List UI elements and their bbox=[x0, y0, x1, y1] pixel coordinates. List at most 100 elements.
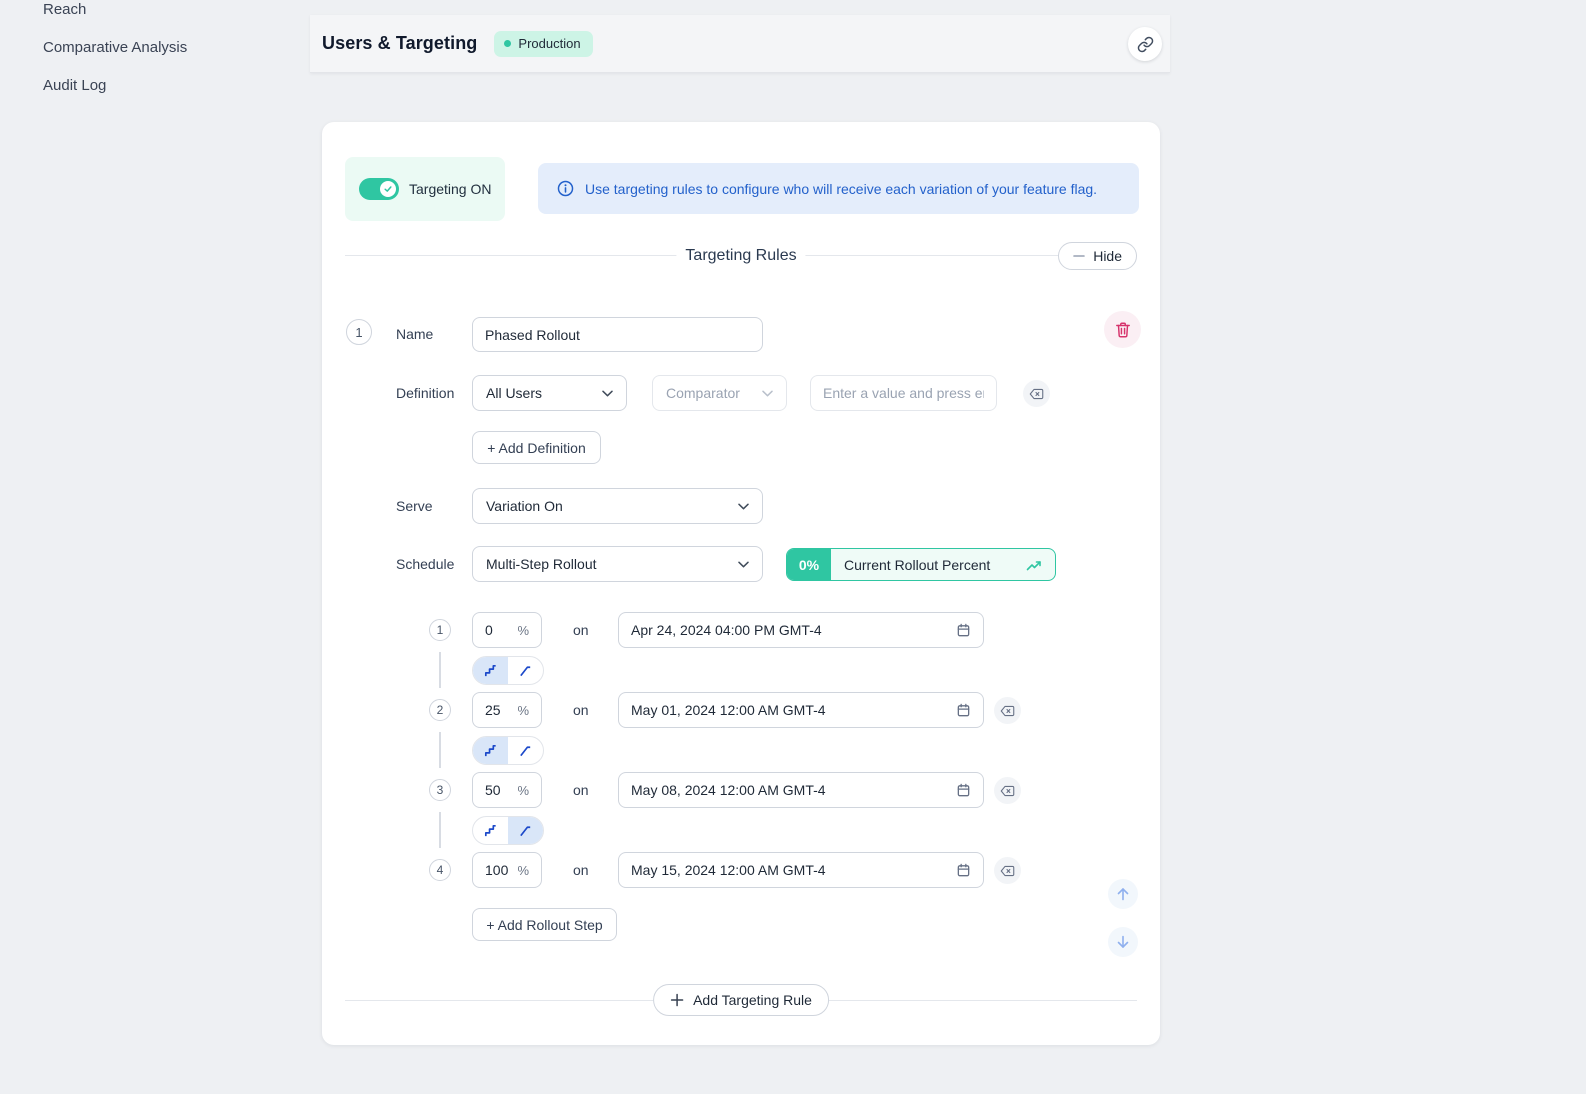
current-rollout-percent: 0% bbox=[787, 549, 831, 580]
audience-select[interactable]: All Users bbox=[472, 375, 627, 411]
step-icon bbox=[483, 743, 498, 758]
step-mode-option[interactable] bbox=[473, 657, 508, 684]
add-targeting-rule-label: Add Targeting Rule bbox=[693, 992, 812, 1008]
step-date-value: May 08, 2024 12:00 AM GMT-4 bbox=[631, 782, 826, 798]
ramp-icon bbox=[518, 663, 533, 678]
hide-button-label: Hide bbox=[1093, 248, 1122, 264]
targeting-toggle[interactable] bbox=[359, 178, 399, 200]
sidebar-item-comparative-analysis[interactable]: Comparative Analysis bbox=[0, 28, 310, 66]
connector-line bbox=[439, 812, 441, 848]
check-icon bbox=[383, 184, 393, 194]
step-date-value: May 15, 2024 12:00 AM GMT-4 bbox=[631, 862, 826, 878]
targeting-toggle-label: Targeting ON bbox=[409, 181, 491, 197]
info-icon bbox=[557, 180, 574, 197]
add-rollout-step-button[interactable]: + Add Rollout Step bbox=[472, 908, 617, 941]
backspace-icon bbox=[1000, 865, 1015, 877]
minus-icon bbox=[1073, 250, 1085, 262]
definition-label: Definition bbox=[396, 375, 454, 411]
remove-step-button[interactable] bbox=[994, 697, 1021, 724]
ramp-icon bbox=[518, 743, 533, 758]
audience-select-value: All Users bbox=[486, 385, 542, 401]
plus-icon bbox=[670, 993, 684, 1007]
copy-link-button[interactable] bbox=[1128, 27, 1162, 61]
page-header: Users & Targeting Production bbox=[310, 15, 1170, 73]
backspace-icon bbox=[1000, 785, 1015, 797]
move-rule-down-button[interactable] bbox=[1108, 927, 1138, 957]
definition-value-input[interactable] bbox=[810, 375, 997, 411]
step-percent-input[interactable] bbox=[485, 622, 515, 638]
chevron-down-icon bbox=[602, 390, 613, 397]
add-targeting-rule-button[interactable]: Add Targeting Rule bbox=[653, 984, 829, 1016]
backspace-icon bbox=[1000, 705, 1015, 717]
add-rule-row: Add Targeting Rule bbox=[345, 984, 1137, 1016]
calendar-icon bbox=[956, 783, 971, 798]
sidebar-item-audit-log[interactable]: Audit Log bbox=[0, 66, 310, 104]
step-number-badge: 3 bbox=[429, 779, 451, 801]
step-date-picker[interactable]: May 01, 2024 12:00 AM GMT-4 bbox=[618, 692, 984, 728]
rule-name-input[interactable] bbox=[472, 317, 763, 352]
percent-sign: % bbox=[517, 863, 529, 878]
step-date-value: Apr 24, 2024 04:00 PM GMT-4 bbox=[631, 622, 822, 638]
transition-mode-toggle[interactable] bbox=[472, 816, 544, 845]
targeting-status-panel: Targeting ON bbox=[345, 157, 505, 221]
connector-line bbox=[439, 652, 441, 688]
trash-icon bbox=[1114, 321, 1132, 339]
hide-rules-button[interactable]: Hide bbox=[1058, 242, 1137, 270]
comparator-select-placeholder: Comparator bbox=[666, 385, 740, 401]
toggle-knob bbox=[380, 181, 396, 197]
on-label: on bbox=[573, 692, 589, 728]
environment-dot-icon bbox=[504, 40, 511, 47]
sidebar-item-reach[interactable]: Reach bbox=[0, 0, 310, 28]
transition-mode-toggle[interactable] bbox=[472, 656, 544, 685]
remove-step-button[interactable] bbox=[994, 777, 1021, 804]
step-percent-field: % bbox=[472, 772, 542, 808]
step-date-picker[interactable]: May 08, 2024 12:00 AM GMT-4 bbox=[618, 772, 984, 808]
add-definition-button[interactable]: + Add Definition bbox=[472, 431, 601, 464]
percent-sign: % bbox=[517, 783, 529, 798]
step-mode-option[interactable] bbox=[473, 737, 508, 764]
gradual-mode-option[interactable] bbox=[508, 657, 543, 684]
rollout-step-row: 1 % on Apr 24, 2024 04:00 PM GMT-4 bbox=[322, 612, 1160, 648]
step-date-picker[interactable]: May 15, 2024 12:00 AM GMT-4 bbox=[618, 852, 984, 888]
link-icon bbox=[1137, 36, 1154, 53]
step-mode-option[interactable] bbox=[473, 817, 508, 844]
sidebar: Reach Comparative Analysis Audit Log bbox=[0, 0, 310, 104]
name-label: Name bbox=[396, 317, 433, 352]
move-rule-up-button[interactable] bbox=[1108, 879, 1138, 909]
info-banner-text: Use targeting rules to configure who wil… bbox=[585, 181, 1097, 197]
step-percent-input[interactable] bbox=[485, 782, 515, 798]
clear-definition-button[interactable] bbox=[1023, 380, 1050, 407]
info-banner: Use targeting rules to configure who wil… bbox=[538, 163, 1139, 214]
sidebar-item-label: Comparative Analysis bbox=[43, 39, 187, 56]
schedule-select[interactable]: Multi-Step Rollout bbox=[472, 546, 763, 582]
transition-mode-toggle[interactable] bbox=[472, 736, 544, 765]
add-definition-label: + Add Definition bbox=[487, 440, 585, 456]
arrow-up-icon bbox=[1115, 886, 1131, 902]
ramp-icon bbox=[518, 823, 533, 838]
step-percent-input[interactable] bbox=[485, 862, 515, 878]
percent-sign: % bbox=[517, 623, 529, 638]
gradual-mode-option[interactable] bbox=[508, 817, 543, 844]
step-icon bbox=[483, 823, 498, 838]
serve-select[interactable]: Variation On bbox=[472, 488, 763, 524]
step-percent-field: % bbox=[472, 612, 542, 648]
remove-step-button[interactable] bbox=[994, 857, 1021, 884]
step-icon bbox=[483, 663, 498, 678]
schedule-select-value: Multi-Step Rollout bbox=[486, 556, 597, 572]
step-date-picker[interactable]: Apr 24, 2024 04:00 PM GMT-4 bbox=[618, 612, 984, 648]
calendar-icon bbox=[956, 863, 971, 878]
delete-rule-button[interactable] bbox=[1104, 311, 1141, 348]
page-title: Users & Targeting bbox=[322, 33, 477, 54]
trending-up-icon bbox=[1026, 558, 1042, 572]
on-label: on bbox=[573, 852, 589, 888]
rollout-step-row: 2 % on May 01, 2024 12:00 AM GMT-4 bbox=[322, 692, 1160, 728]
comparator-select[interactable]: Comparator bbox=[652, 375, 787, 411]
backspace-icon bbox=[1029, 388, 1044, 400]
step-percent-input[interactable] bbox=[485, 702, 515, 718]
rollout-step-row: 4 % on May 15, 2024 12:00 AM GMT-4 bbox=[322, 852, 1160, 888]
gradual-mode-option[interactable] bbox=[508, 737, 543, 764]
step-percent-field: % bbox=[472, 692, 542, 728]
step-number-badge: 2 bbox=[429, 699, 451, 721]
step-percent-field: % bbox=[472, 852, 542, 888]
percent-sign: % bbox=[517, 703, 529, 718]
